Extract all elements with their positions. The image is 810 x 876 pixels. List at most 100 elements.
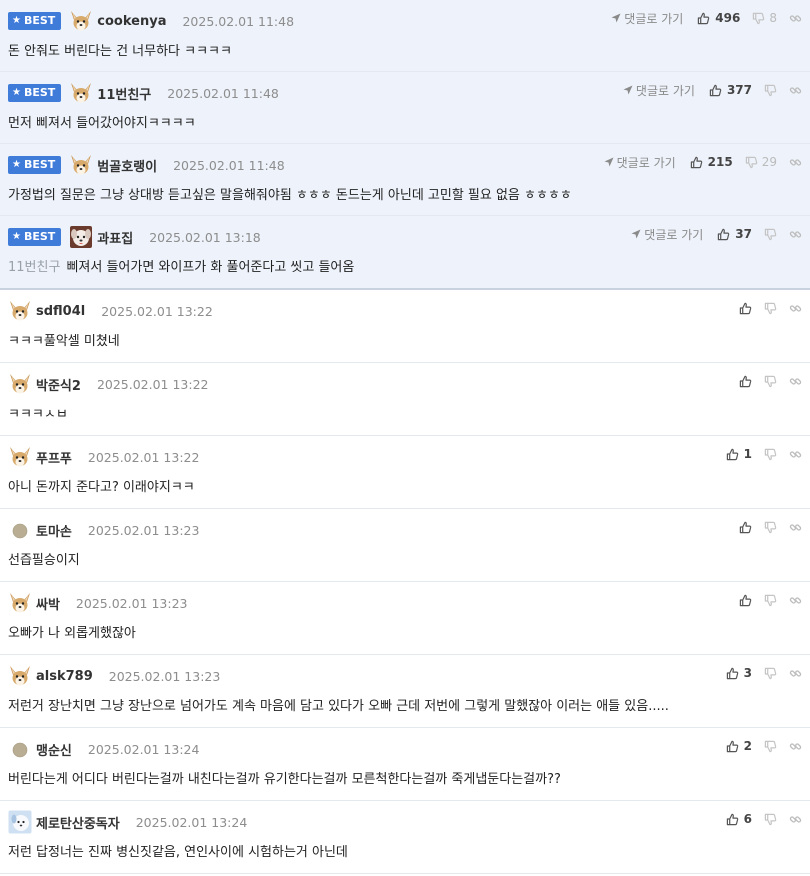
dislike-button[interactable] xyxy=(764,740,777,753)
thumbs-down-icon xyxy=(764,375,777,387)
best-badge: ★ BEST xyxy=(8,12,62,30)
author-nickname[interactable]: alsk789 xyxy=(36,669,93,684)
comment-date: 2025.02.01 13:23 xyxy=(75,595,188,611)
share-link-button[interactable] xyxy=(789,302,802,315)
like-button[interactable]: 37 xyxy=(717,227,752,241)
thumbs-up-icon xyxy=(739,521,752,533)
reply-to-nickname[interactable]: 11번친구 xyxy=(8,260,60,275)
author-nickname[interactable]: sdfl04l xyxy=(36,304,85,319)
avatar-dog-icon[interactable] xyxy=(8,372,32,396)
dislike-button[interactable]: 29 xyxy=(745,155,777,169)
dislike-button[interactable] xyxy=(764,521,777,534)
goto-comment-link[interactable]: 댓글로 가기 xyxy=(604,154,676,171)
like-button[interactable]: 3 xyxy=(726,666,752,680)
dislike-button[interactable] xyxy=(764,302,777,315)
dislike-button[interactable] xyxy=(764,813,777,826)
comment-header: 박준식2 2025.02.01 13:22 xyxy=(8,371,209,397)
avatar-dog-icon[interactable] xyxy=(8,591,32,615)
comment-date: 2025.02.01 11:48 xyxy=(182,13,295,29)
dislike-button[interactable] xyxy=(764,448,777,461)
share-link-button[interactable] xyxy=(789,594,802,607)
comment-actions xyxy=(739,518,802,536)
share-link-button[interactable] xyxy=(789,448,802,461)
link-icon xyxy=(789,523,802,531)
like-button[interactable]: 1 xyxy=(726,447,752,461)
avatar-dog-icon[interactable] xyxy=(69,9,93,33)
like-button[interactable] xyxy=(739,594,752,607)
share-link-button[interactable] xyxy=(789,228,802,241)
share-link-button[interactable] xyxy=(789,740,802,753)
share-link-button[interactable] xyxy=(789,156,802,169)
author-nickname[interactable]: 과표집 xyxy=(97,228,133,247)
thumbs-down-icon xyxy=(764,84,777,96)
dislike-button[interactable] xyxy=(764,228,777,241)
comment-item: ★ BEST 범골호랭이 2025.02.01 11:48 가정법의 질문은 그… xyxy=(0,144,810,216)
comment-text: ㅋㅋㅋㅅㅂ xyxy=(8,407,68,422)
thumbs-up-icon xyxy=(739,302,752,314)
author-nickname[interactable]: 범골호랭이 xyxy=(97,156,157,175)
comment-text: 선즙필승이지 xyxy=(8,553,80,568)
avatar-dog-icon[interactable] xyxy=(69,153,93,177)
author-nickname[interactable]: 11번친구 xyxy=(97,84,151,103)
comment-item: ★ BEST 과표집 2025.02.01 13:18 11번친구 삐져서 들어가… xyxy=(0,216,810,290)
dislike-button[interactable]: 8 xyxy=(752,11,777,25)
comment-text: 먼저 삐져서 들어갔어야지ㅋㅋㅋㅋ xyxy=(8,116,196,131)
author-nickname[interactable]: 맹순신 xyxy=(36,740,72,759)
avatar-dog-icon[interactable] xyxy=(8,445,32,469)
avatar-dog-icon[interactable] xyxy=(8,664,32,688)
send-arrow-icon xyxy=(604,157,614,167)
send-arrow-icon xyxy=(611,13,621,23)
author-nickname[interactable]: 제로탄산중독자 xyxy=(36,813,120,832)
link-icon xyxy=(789,742,802,750)
avatar-dog-icon[interactable] xyxy=(69,81,93,105)
author-nickname[interactable]: 토마손 xyxy=(36,521,72,540)
author-nickname[interactable]: 싸박 xyxy=(36,594,60,613)
dislike-button[interactable] xyxy=(764,84,777,97)
like-button[interactable]: 215 xyxy=(690,155,733,169)
comment-actions xyxy=(739,372,802,390)
goto-comment-link[interactable]: 댓글로 가기 xyxy=(623,82,695,99)
like-button[interactable] xyxy=(739,521,752,534)
best-badge: ★ BEST xyxy=(8,84,62,102)
share-link-button[interactable] xyxy=(789,84,802,97)
avatar-dog-icon[interactable] xyxy=(8,299,32,323)
avatar-dot-icon[interactable] xyxy=(8,737,32,761)
like-button[interactable]: 2 xyxy=(726,739,752,753)
best-badge: ★ BEST xyxy=(8,228,62,246)
like-button[interactable]: 377 xyxy=(709,83,752,97)
like-count: 496 xyxy=(715,11,741,25)
comment-item: sdfl04l 2025.02.01 13:22 ㅋㅋㅋ풀악셀 미쳤네 xyxy=(0,290,810,363)
thumbs-down-icon xyxy=(764,302,777,314)
goto-comment-label: 댓글로 가기 xyxy=(644,227,704,242)
comment-text-row: 오빠가 나 외롭게했잖아 xyxy=(8,622,136,641)
link-icon xyxy=(789,14,802,22)
author-nickname[interactable]: cookenya xyxy=(97,14,166,29)
comment-header: 제로탄산중독자 2025.02.01 13:24 xyxy=(8,809,247,835)
comment-header: ★ BEST 범골호랭이 2025.02.01 11:48 xyxy=(8,152,285,178)
like-button[interactable] xyxy=(739,302,752,315)
link-icon xyxy=(789,815,802,823)
dislike-button[interactable] xyxy=(764,594,777,607)
goto-comment-link[interactable]: 댓글로 가기 xyxy=(611,10,683,27)
share-link-button[interactable] xyxy=(789,813,802,826)
author-nickname[interactable]: 박준식2 xyxy=(36,375,81,394)
share-link-button[interactable] xyxy=(789,667,802,680)
avatar-puppy-icon[interactable] xyxy=(69,225,93,249)
send-arrow-icon xyxy=(631,229,641,239)
link-icon xyxy=(789,669,802,677)
thumbs-down-icon xyxy=(764,740,777,752)
share-link-button[interactable] xyxy=(789,12,802,25)
like-button[interactable]: 6 xyxy=(726,812,752,826)
dislike-button[interactable] xyxy=(764,375,777,388)
avatar-bluedog-icon[interactable] xyxy=(8,810,32,834)
like-button[interactable]: 496 xyxy=(697,11,740,25)
share-link-button[interactable] xyxy=(789,521,802,534)
comment-date: 2025.02.01 13:22 xyxy=(101,303,213,319)
comment-item: 제로탄산중독자 2025.02.01 13:24 저런 답정너는 진짜 병신짓같… xyxy=(0,801,810,874)
goto-comment-link[interactable]: 댓글로 가기 xyxy=(631,226,703,243)
like-button[interactable] xyxy=(739,375,752,388)
avatar-dot-icon[interactable] xyxy=(8,518,32,542)
author-nickname[interactable]: 푸프푸 xyxy=(36,448,72,467)
dislike-button[interactable] xyxy=(764,667,777,680)
share-link-button[interactable] xyxy=(789,375,802,388)
